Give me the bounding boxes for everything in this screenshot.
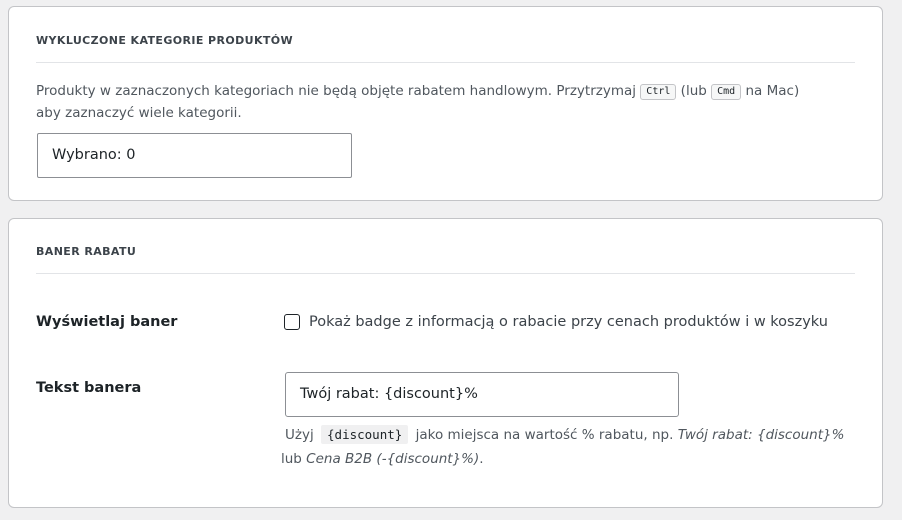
display-banner-label: Wyświetlaj baner	[36, 314, 178, 330]
banner-text-help: Użyj {discount} jako miejsca na wartość …	[281, 423, 855, 471]
description-text: Produkty w zaznaczonych kategoriach nie …	[36, 83, 641, 99]
banner-text-label: Tekst banera	[36, 380, 142, 396]
section-divider	[36, 62, 855, 63]
placeholder-code: {discount}	[321, 425, 409, 444]
ctrl-key: Ctrl	[640, 84, 677, 100]
excluded-categories-card: WYKLUCZONE KATEGORIE PRODUKTÓW Produkty …	[8, 6, 883, 201]
display-banner-option[interactable]: Pokaż badge z informacją o rabacie przy …	[284, 314, 828, 330]
section-title: BANER RABATU	[36, 245, 137, 258]
display-banner-checkbox-label[interactable]: Pokaż badge z informacją o rabacie przy …	[309, 314, 828, 330]
section-title: WYKLUCZONE KATEGORIE PRODUKTÓW	[36, 34, 294, 47]
category-multiselect[interactable]: Wybrano: 0	[37, 133, 352, 178]
help-text: Użyj	[285, 427, 314, 443]
banner-text-input[interactable]: Twój rabat: {discount}%	[285, 372, 679, 417]
display-banner-checkbox[interactable]	[284, 314, 300, 330]
help-text: lub	[281, 451, 307, 467]
section-description: Produkty w zaznaczonych kategoriach nie …	[36, 80, 826, 124]
description-text: (lub	[676, 83, 712, 99]
cmd-key: Cmd	[711, 84, 742, 100]
discount-banner-card: BANER RABATU Wyświetlaj baner Pokaż badg…	[8, 218, 883, 508]
help-text: .	[479, 451, 484, 467]
section-divider	[36, 273, 855, 274]
help-example: Twój rabat: {discount}%	[677, 427, 845, 443]
help-example: Cena B2B (-{discount}%)	[306, 451, 480, 467]
help-text: jako miejsca na wartość % rabatu, np.	[415, 427, 678, 443]
